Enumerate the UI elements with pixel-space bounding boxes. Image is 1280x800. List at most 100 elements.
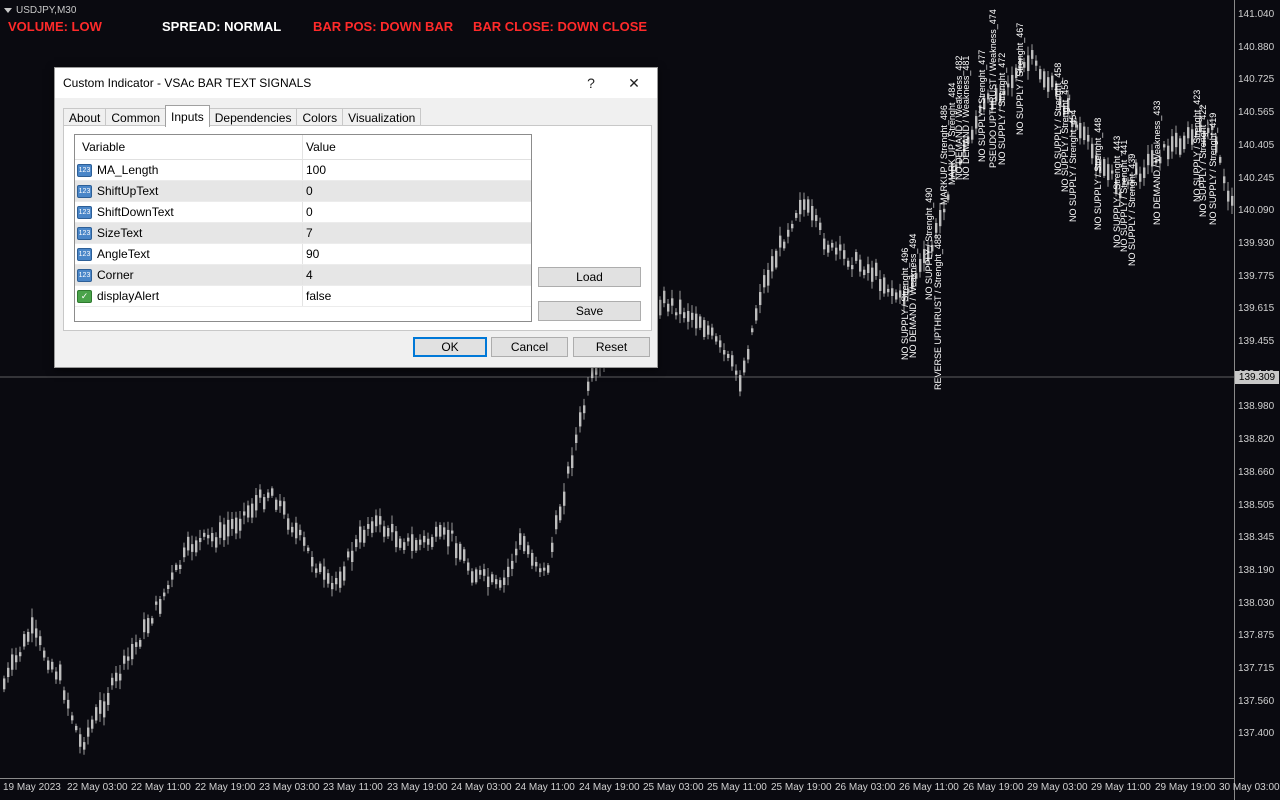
candle-body [843, 250, 846, 259]
price-tick-label: 140.090 [1238, 205, 1275, 217]
candle-body [55, 671, 58, 680]
candle-body [247, 505, 250, 518]
table-row[interactable]: ✓ displayAlert false [75, 286, 531, 307]
candle-body [747, 349, 750, 360]
table-row[interactable]: 123 ShiftUpText 0 [75, 181, 531, 202]
candle-body [559, 506, 562, 521]
time-tick-label: 25 May 11:00 [707, 782, 767, 793]
variable-name: ShiftUpText [97, 184, 159, 198]
reset-button[interactable]: Reset [573, 337, 650, 357]
table-row[interactable]: 123 Corner 4 [75, 265, 531, 286]
candle-body [547, 565, 550, 573]
candle-body [67, 699, 70, 709]
candle-body [407, 537, 410, 542]
candle-body [331, 582, 334, 590]
help-button[interactable]: ? [569, 68, 613, 98]
load-button[interactable]: Load [538, 267, 641, 287]
candle-body [695, 313, 698, 329]
price-tick-label: 137.875 [1238, 630, 1275, 642]
candle-body [155, 601, 158, 605]
candle-body [195, 540, 198, 553]
candle-body [663, 290, 666, 304]
candle-body [727, 353, 730, 358]
candle-body [839, 244, 842, 251]
price-tick-label: 137.560 [1238, 695, 1275, 707]
candle-body [1107, 164, 1110, 181]
integer-type-icon: 123 [77, 163, 92, 177]
price-axis[interactable] [1234, 0, 1280, 800]
candle-body [419, 539, 422, 545]
value-cell[interactable]: 7 [303, 223, 531, 243]
value-cell[interactable]: 0 [303, 181, 531, 201]
table-row[interactable]: 123 SizeText 7 [75, 223, 531, 244]
column-header-variable[interactable]: Variable [75, 135, 303, 159]
close-button[interactable]: ✕ [612, 68, 656, 98]
tab-inputs[interactable]: Inputs [165, 105, 210, 127]
candle-body [379, 516, 382, 525]
integer-type-icon: 123 [77, 268, 92, 282]
candle-body [1039, 69, 1042, 80]
candle-body [871, 267, 874, 282]
column-header-value[interactable]: Value [303, 135, 531, 159]
candle-body [59, 664, 62, 681]
vsa-signal-label: NO SUPPLY / Strenght_422 [1198, 105, 1208, 217]
price-tick-label: 139.775 [1238, 270, 1275, 282]
candle-body [307, 547, 310, 551]
candle-body [35, 628, 38, 638]
time-tick-label: 22 May 19:00 [195, 782, 256, 793]
candle-body [779, 235, 782, 248]
candle-body [1031, 50, 1034, 59]
candle-body [1087, 134, 1090, 142]
candle-body [679, 299, 682, 315]
candle-body [479, 570, 482, 575]
save-button[interactable]: Save [538, 301, 641, 321]
time-tick-label: 22 May 11:00 [131, 782, 191, 793]
candle-body [1183, 135, 1186, 150]
candle-body [515, 548, 518, 556]
candle-body [447, 529, 450, 547]
candle-body [523, 536, 526, 552]
table-row[interactable]: 123 ShiftDownText 0 [75, 202, 531, 223]
cancel-button[interactable]: Cancel [491, 337, 568, 357]
candle-body [123, 655, 126, 664]
symbol-tab[interactable]: USDJPY,M30 [0, 3, 76, 17]
candle-body [459, 543, 462, 560]
candle-body [423, 535, 426, 543]
variable-cell: 123 ShiftDownText [75, 202, 303, 222]
candle-body [495, 579, 498, 585]
candle-body [859, 259, 862, 272]
value-cell[interactable]: 90 [303, 244, 531, 264]
candle-body [939, 209, 942, 227]
candle-body [1043, 71, 1046, 88]
candle-body [455, 543, 458, 559]
table-row[interactable]: 123 MA_Length 100 [75, 160, 531, 181]
candle-body [659, 299, 662, 316]
vsa-signal-label: NO SUPPLY / Strenght_467 [1015, 23, 1025, 135]
value-cell[interactable]: 0 [303, 202, 531, 222]
table-row[interactable]: 123 AngleText 90 [75, 244, 531, 265]
value-cell[interactable]: 100 [303, 160, 531, 180]
status-text: BAR CLOSE: DOWN CLOSE [473, 19, 648, 34]
value-cell[interactable]: 4 [303, 265, 531, 285]
candle-body [535, 561, 538, 567]
time-tick-label: 26 May 03:00 [835, 782, 896, 793]
dialog-title: Custom Indicator - VSAc BAR TEXT SIGNALS [63, 76, 312, 90]
candle-body [19, 652, 22, 657]
candle-body [1007, 83, 1010, 88]
candle-body [855, 252, 858, 261]
value-cell[interactable]: false [303, 286, 531, 306]
price-tick-label: 138.030 [1238, 597, 1275, 609]
price-tick-label: 139.455 [1238, 336, 1275, 347]
dialog-titlebar[interactable]: Custom Indicator - VSAc BAR TEXT SIGNALS… [55, 68, 657, 98]
candle-body [867, 264, 870, 274]
candle-body [667, 303, 670, 312]
candle-body [315, 568, 318, 573]
candle-body [1047, 77, 1050, 92]
candle-body [271, 488, 274, 496]
candle-body [483, 569, 486, 576]
candle-body [1219, 156, 1222, 163]
candle-body [811, 205, 814, 221]
ok-button[interactable]: OK [413, 337, 487, 357]
candle-body [75, 725, 78, 731]
candle-body [847, 260, 850, 267]
